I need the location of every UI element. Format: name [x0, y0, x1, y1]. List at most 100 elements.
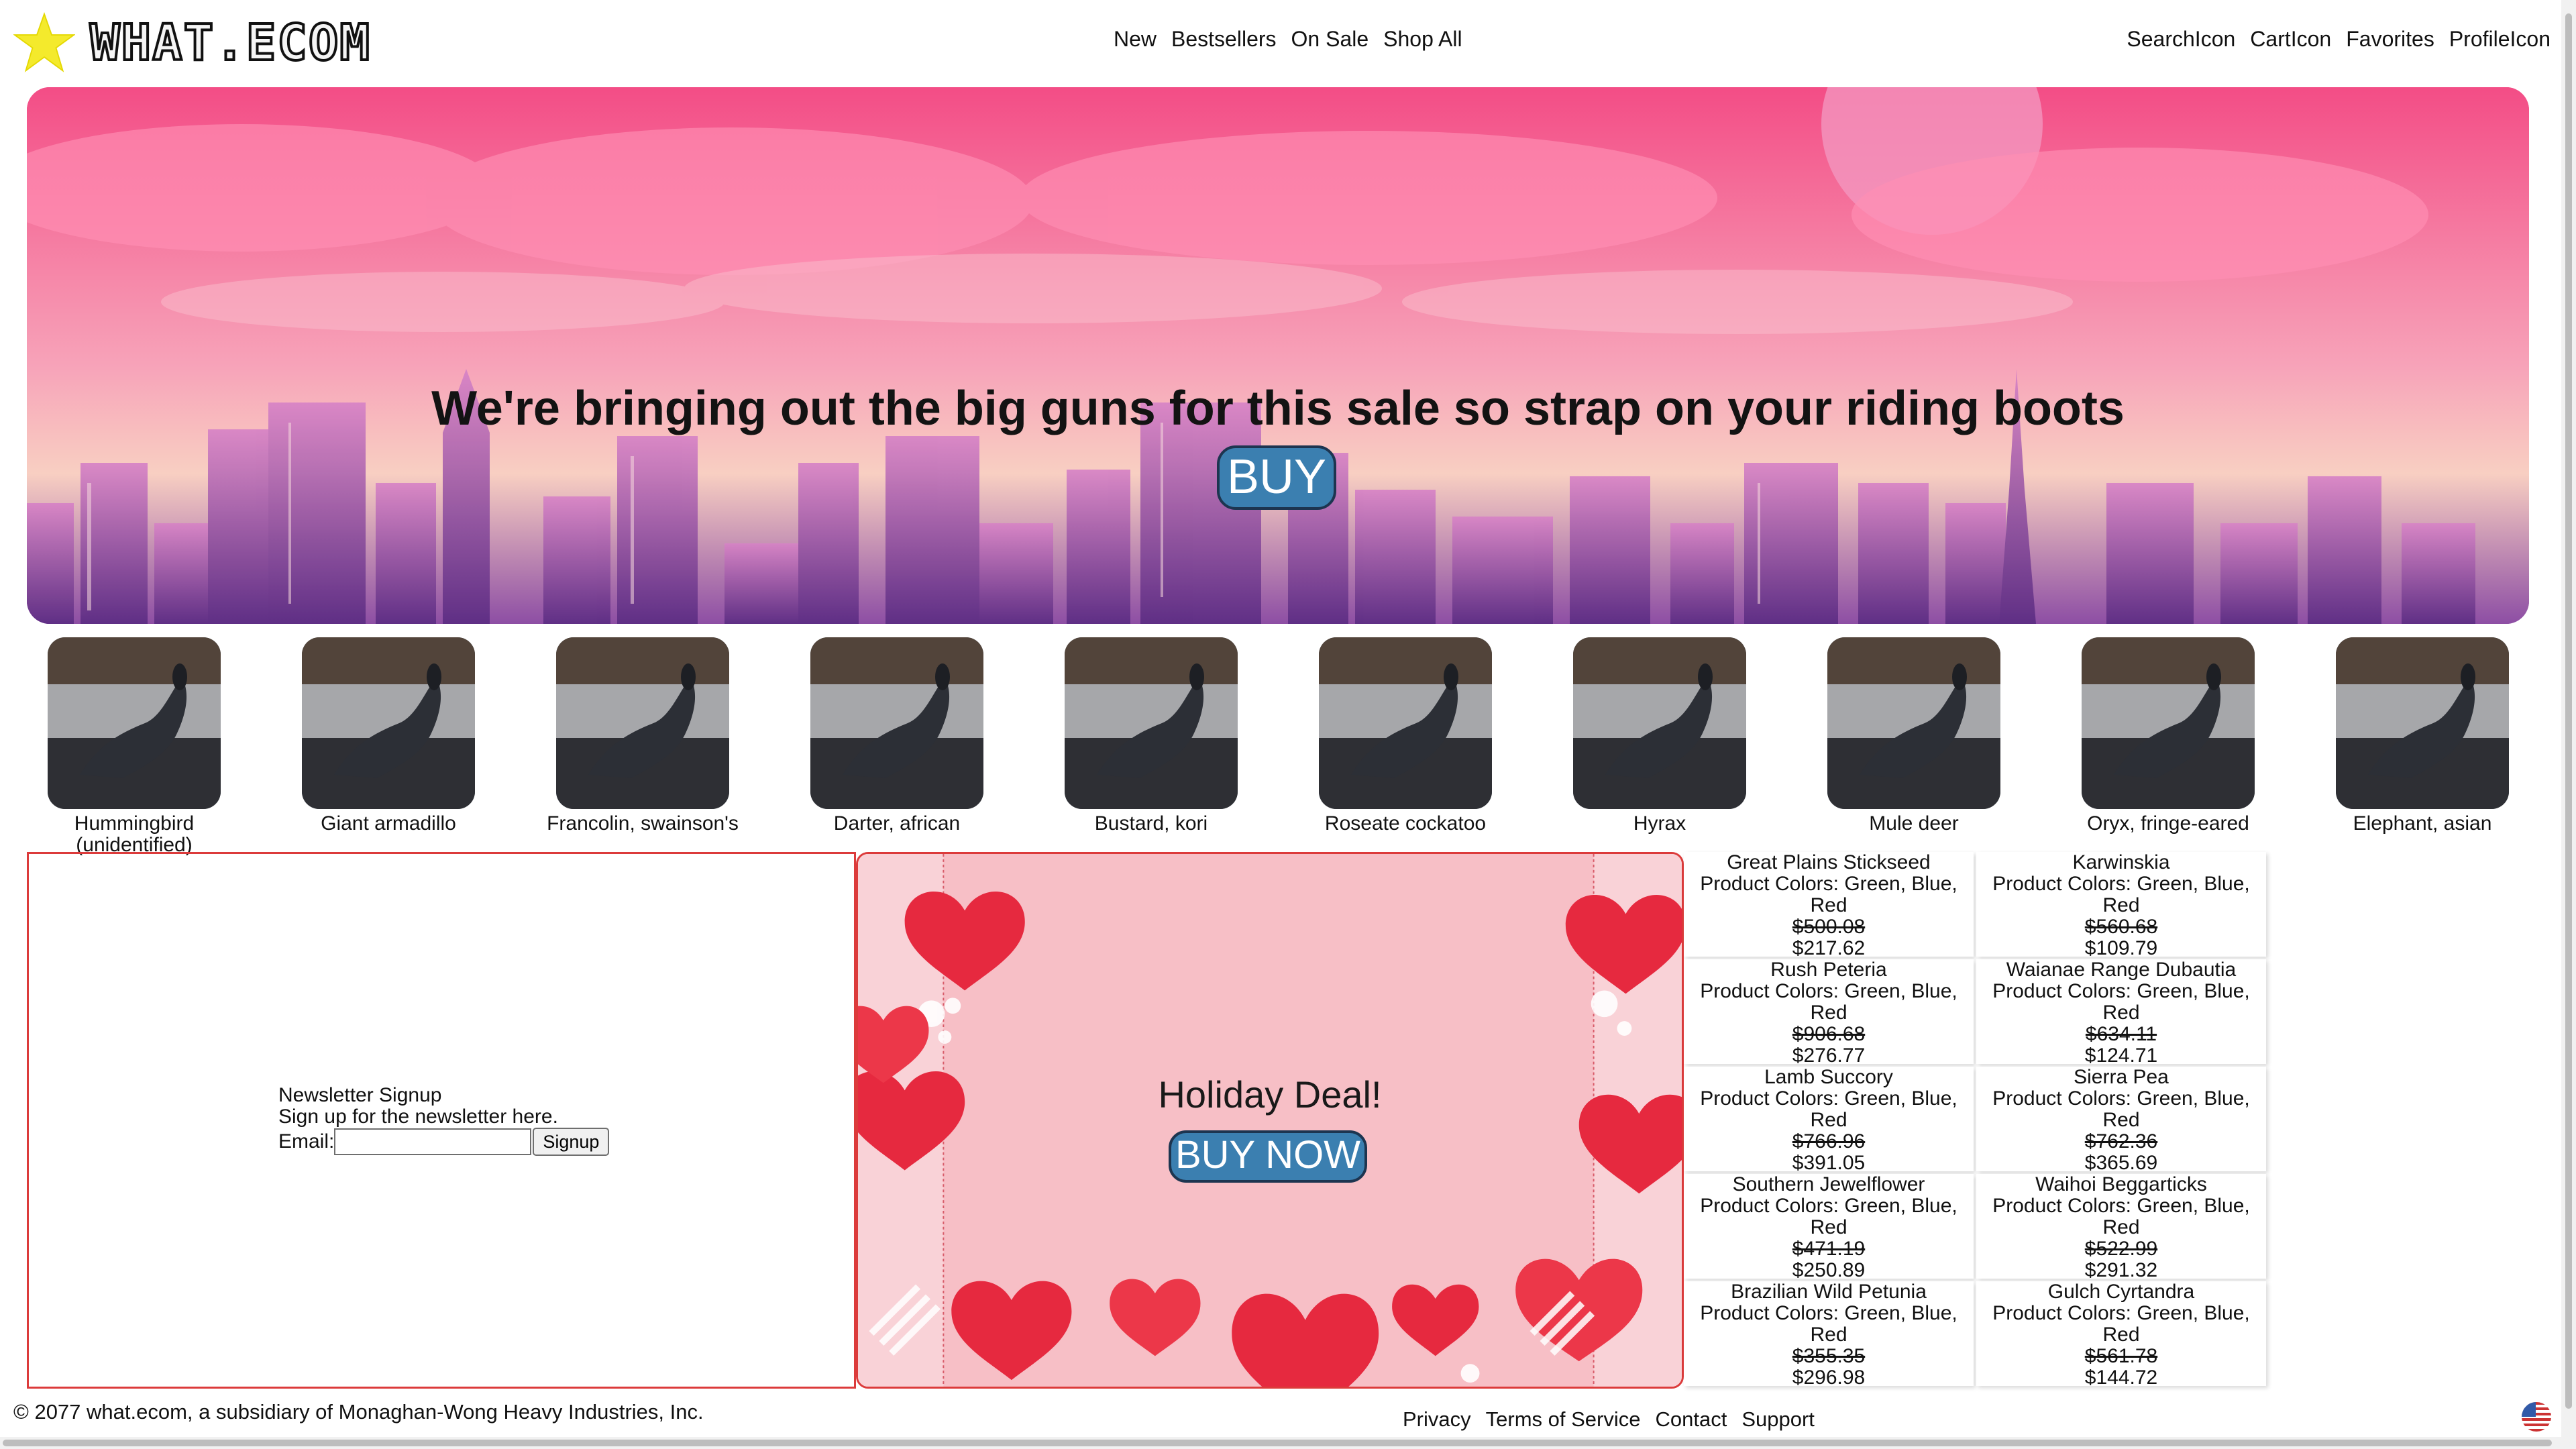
signup-button[interactable]: Signup	[533, 1128, 610, 1156]
vertical-scroll-thumb[interactable]	[2565, 13, 2572, 1409]
original-price: $471.19	[1792, 1238, 1866, 1260]
hearts-background-image	[858, 854, 1682, 1387]
product-name: Francolin, swainson's	[547, 812, 739, 835]
sale-price: $217.62	[1792, 937, 1866, 959]
product-card[interactable]: Sierra Pea Product Colors: Green, Blue, …	[1976, 1067, 2266, 1174]
newsletter-title: Newsletter Signup	[278, 1084, 442, 1106]
holiday-buy-now-button[interactable]: BUY NOW	[1169, 1130, 1367, 1183]
hero-headline: We're bringing out the big guns for this…	[431, 382, 2125, 435]
product-colors: Product Colors: Green, Blue, Red	[1700, 1302, 1957, 1346]
site-logo[interactable]: WHAT.ECOM	[89, 13, 371, 72]
favorites-link[interactable]: Favorites	[2346, 27, 2434, 59]
sale-price: $144.72	[2084, 1366, 2158, 1389]
support-link[interactable]: Support	[1741, 1408, 1815, 1431]
hero-buy-button[interactable]: BUY	[1217, 445, 1336, 510]
product-name: Waianae Range Dubautia	[2006, 959, 2237, 981]
featured-product-card[interactable]: Roseate cockatoo	[1305, 637, 1506, 835]
horizontal-scrollbar[interactable]	[0, 1437, 2561, 1449]
product-name: Gulch Cyrtandra	[2047, 1281, 2195, 1303]
email-field[interactable]	[334, 1128, 532, 1155]
sale-price: $296.98	[1792, 1366, 1866, 1389]
featured-product-card[interactable]: Giant armadillo	[288, 637, 489, 835]
featured-product-card[interactable]: Elephant, asian	[2322, 637, 2523, 835]
product-name: Mule deer	[1869, 812, 1959, 835]
nav-new[interactable]: New	[1114, 27, 1157, 59]
privacy-link[interactable]: Privacy	[1403, 1408, 1471, 1431]
product-name: Giant armadillo	[321, 812, 456, 835]
product-card[interactable]: Great Plains Stickseed Product Colors: G…	[1684, 851, 1974, 959]
product-name: Southern Jewelflower	[1732, 1173, 1925, 1195]
horizontal-scroll-thumb[interactable]	[3, 1440, 2552, 1446]
site-header: WHAT.ECOM New Bestsellers On Sale Shop A…	[0, 0, 2576, 86]
original-price: $762.36	[2084, 1130, 2158, 1152]
product-card[interactable]: Southern Jewelflower Product Colors: Gre…	[1684, 1173, 1974, 1281]
product-colors: Product Colors: Green, Blue, Red	[1700, 873, 1957, 916]
terms-link[interactable]: Terms of Service	[1486, 1408, 1641, 1431]
flag-icon[interactable]	[2517, 1401, 2556, 1433]
product-colors: Product Colors: Green, Blue, Red	[1992, 980, 2250, 1024]
search-link[interactable]: SearchIcon	[2127, 27, 2235, 59]
featured-product-card[interactable]: Hyrax	[1559, 637, 1760, 835]
featured-product-card[interactable]: Bustard, kori	[1051, 637, 1252, 835]
original-price: $561.78	[2084, 1345, 2158, 1367]
product-name: Hummingbird (unidentified)	[74, 812, 195, 856]
holiday-deal-title: Holiday Deal!	[1158, 1073, 1382, 1116]
product-name: Rush Peteria	[1770, 959, 1887, 981]
product-name: Lamb Succory	[1764, 1066, 1893, 1088]
product-image[interactable]	[1065, 637, 1238, 809]
product-card[interactable]: Karwinskia Product Colors: Green, Blue, …	[1976, 852, 2266, 959]
product-colors: Product Colors: Green, Blue, Red	[1992, 1302, 2250, 1346]
original-price: $500.08	[1792, 916, 1866, 938]
profile-link[interactable]: ProfileIcon	[2449, 27, 2551, 59]
cart-link[interactable]: CartIcon	[2250, 27, 2331, 59]
original-price: $906.68	[1792, 1023, 1866, 1045]
nav-shop-all[interactable]: Shop All	[1383, 27, 1462, 59]
holiday-deal-section: Holiday Deal! BUY NOW	[856, 852, 1684, 1389]
product-name: Bustard, kori	[1094, 812, 1208, 835]
product-image[interactable]	[1573, 637, 1746, 809]
email-label: Email:	[278, 1130, 335, 1152]
hero-banner: We're bringing out the big guns for this…	[27, 87, 2529, 624]
product-card[interactable]: Gulch Cyrtandra Product Colors: Green, B…	[1976, 1281, 2266, 1389]
product-card[interactable]: Waianae Range Dubautia Product Colors: G…	[1976, 959, 2266, 1067]
product-card[interactable]: Lamb Succory Product Colors: Green, Blue…	[1684, 1066, 1974, 1174]
featured-product-card[interactable]: Oryx, fringe-eared	[2068, 637, 2269, 835]
product-image[interactable]	[556, 637, 729, 809]
nav-bestsellers[interactable]: Bestsellers	[1171, 27, 1277, 59]
product-image[interactable]	[1827, 637, 2000, 809]
product-colors: Product Colors: Green, Blue, Red	[1700, 1087, 1957, 1131]
sale-price: $250.89	[1792, 1259, 1866, 1281]
product-card[interactable]: Brazilian Wild Petunia Product Colors: G…	[1684, 1281, 1974, 1389]
newsletter-form: Newsletter Signup Sign up for the newsle…	[278, 1085, 674, 1156]
original-price: $766.96	[1792, 1130, 1866, 1152]
product-image[interactable]	[2336, 637, 2509, 809]
product-card[interactable]: Rush Peteria Product Colors: Green, Blue…	[1684, 959, 1974, 1067]
sale-price: $365.69	[2084, 1152, 2158, 1174]
sale-price: $276.77	[1792, 1044, 1866, 1067]
copyright-text: © 2077 what.ecom, a subsidiary of Monagh…	[13, 1400, 704, 1424]
product-image[interactable]	[810, 637, 983, 809]
product-name: Oryx, fringe-eared	[2087, 812, 2249, 835]
sale-price: $291.32	[2084, 1259, 2158, 1281]
product-image[interactable]	[2082, 637, 2255, 809]
product-image[interactable]	[48, 637, 221, 809]
featured-product-card[interactable]: Hummingbird (unidentified)	[34, 637, 235, 856]
product-image[interactable]	[1319, 637, 1492, 809]
product-colors: Product Colors: Green, Blue, Red	[1992, 1195, 2250, 1238]
contact-link[interactable]: Contact	[1655, 1408, 1727, 1431]
star-icon[interactable]	[13, 12, 75, 74]
featured-product-card[interactable]: Francolin, swainson's	[542, 637, 743, 835]
account-navigation: SearchIcon CartIcon Favorites ProfileIco…	[2127, 27, 2551, 59]
product-card[interactable]: Waihoi Beggarticks Product Colors: Green…	[1976, 1174, 2266, 1281]
product-name: Great Plains Stickseed	[1727, 851, 1931, 873]
product-image[interactable]	[302, 637, 475, 809]
featured-products: Hummingbird (unidentified) Giant armadil…	[27, 637, 2529, 856]
nav-on-sale[interactable]: On Sale	[1291, 27, 1369, 59]
featured-product-card[interactable]: Darter, african	[796, 637, 998, 835]
email-row: Email: Signup	[278, 1128, 674, 1156]
newsletter-description: Sign up for the newsletter here.	[278, 1106, 558, 1128]
vertical-scrollbar[interactable]	[2561, 0, 2576, 1449]
sale-price: $124.71	[2084, 1044, 2158, 1067]
featured-product-card[interactable]: Mule deer	[1813, 637, 2015, 835]
product-grid: Great Plains Stickseed Product Colors: G…	[1684, 852, 2267, 1389]
